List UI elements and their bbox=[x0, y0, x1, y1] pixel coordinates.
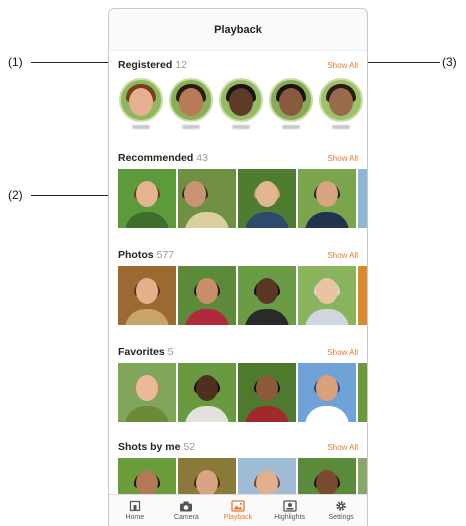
callout-3-line bbox=[358, 62, 440, 63]
gear-icon bbox=[334, 500, 348, 512]
tab-camera-label: Camera bbox=[173, 514, 199, 521]
photo-thumbnail[interactable] bbox=[118, 266, 176, 325]
photo-thumbnail[interactable] bbox=[118, 363, 176, 422]
tab-settings[interactable]: Settings bbox=[316, 500, 366, 521]
tab-highlights-label: Highlights bbox=[274, 514, 305, 521]
registered-faces-row bbox=[118, 78, 367, 129]
highlights-icon bbox=[282, 500, 297, 512]
recommended-title: Recommended 43 bbox=[118, 152, 208, 164]
recommended-row bbox=[118, 169, 367, 228]
tab-highlights[interactable]: Highlights bbox=[265, 500, 315, 521]
callout-1-line bbox=[31, 62, 117, 63]
shots-section-header: Shots by me 52 Show All bbox=[118, 440, 358, 454]
registered-face[interactable] bbox=[218, 78, 264, 129]
page-title: Playback bbox=[109, 9, 367, 51]
favorites-row bbox=[118, 363, 367, 422]
photo-thumbnail[interactable] bbox=[178, 169, 236, 228]
favorites-title: Favorites 5 bbox=[118, 346, 174, 358]
photos-show-all-link[interactable]: Show All bbox=[327, 251, 358, 260]
photos-title: Photos 577 bbox=[118, 249, 175, 261]
photo-thumbnail[interactable] bbox=[238, 266, 296, 325]
photo-thumbnail[interactable] bbox=[238, 169, 296, 228]
registered-show-all-link[interactable]: Show All bbox=[327, 61, 358, 70]
shots-title: Shots by me 52 bbox=[118, 441, 196, 453]
photo-thumbnail[interactable] bbox=[358, 363, 367, 422]
registered-section-header: Registered 12 Show All bbox=[118, 58, 358, 72]
photo-thumbnail[interactable] bbox=[298, 169, 356, 228]
tab-home[interactable]: Home bbox=[110, 500, 160, 521]
registered-face[interactable] bbox=[168, 78, 214, 129]
registered-face[interactable] bbox=[268, 78, 314, 129]
shots-show-all-link[interactable]: Show All bbox=[327, 443, 358, 452]
callout-1: (1) bbox=[8, 55, 23, 69]
phone-screen: Playback Registered 12 Show All Recommen… bbox=[108, 8, 368, 526]
photos-row bbox=[118, 266, 367, 325]
registered-face[interactable] bbox=[318, 78, 364, 129]
tab-playback-label: Playback bbox=[223, 514, 253, 521]
tab-settings-label: Settings bbox=[328, 514, 354, 521]
tab-playback[interactable]: Playback bbox=[213, 500, 263, 521]
tab-bar: Home Camera Playback Highlights Settings bbox=[109, 494, 367, 526]
camera-icon bbox=[179, 500, 193, 512]
playback-icon bbox=[231, 500, 245, 512]
recommended-show-all-link[interactable]: Show All bbox=[327, 154, 358, 163]
photo-thumbnail[interactable] bbox=[358, 266, 367, 325]
callout-2: (2) bbox=[8, 188, 23, 202]
photo-thumbnail[interactable] bbox=[358, 169, 367, 228]
favorites-show-all-link[interactable]: Show All bbox=[327, 348, 358, 357]
photos-section-header: Photos 577 Show All bbox=[118, 248, 358, 262]
photo-thumbnail[interactable] bbox=[298, 266, 356, 325]
recommended-section-header: Recommended 43 Show All bbox=[118, 151, 358, 165]
photo-thumbnail[interactable] bbox=[178, 363, 236, 422]
tab-home-label: Home bbox=[125, 514, 145, 521]
photo-thumbnail[interactable] bbox=[118, 169, 176, 228]
favorites-section-header: Favorites 5 Show All bbox=[118, 345, 358, 359]
photo-thumbnail[interactable] bbox=[238, 363, 296, 422]
registered-title: Registered 12 bbox=[118, 59, 187, 71]
callout-3: (3) bbox=[442, 55, 457, 69]
tab-camera[interactable]: Camera bbox=[161, 500, 211, 521]
photo-thumbnail[interactable] bbox=[298, 363, 356, 422]
home-icon bbox=[128, 500, 142, 512]
registered-face[interactable] bbox=[118, 78, 164, 129]
photo-thumbnail[interactable] bbox=[178, 266, 236, 325]
